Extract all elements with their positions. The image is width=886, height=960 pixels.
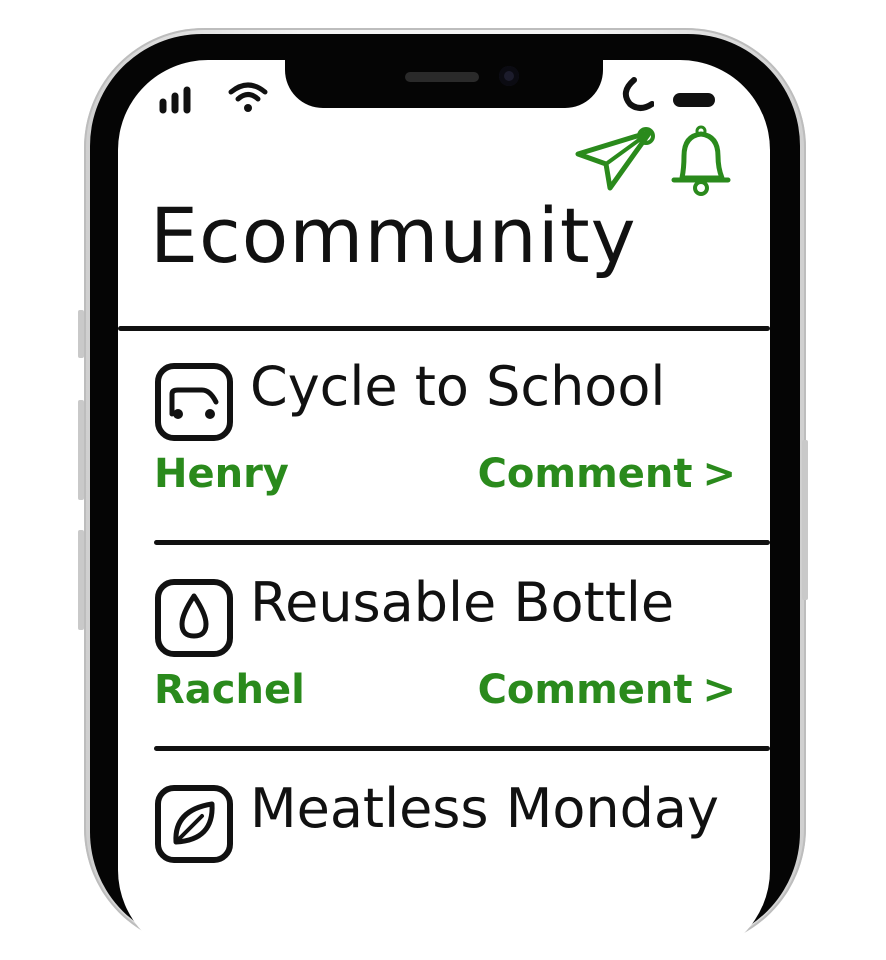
water-drop-icon	[155, 579, 233, 657]
comment-link[interactable]: Comment >	[478, 450, 736, 498]
camera	[499, 66, 519, 86]
comment-label: Comment	[477, 667, 693, 713]
feed-item-title: Reusable Bottle	[250, 571, 675, 634]
phone-volume-up	[78, 400, 84, 500]
comment-label: Comment	[477, 451, 693, 497]
feed-item-reusable-bottle[interactable]: Reusable Bottle Rachel Comment >	[118, 546, 770, 756]
moon-icon	[622, 77, 654, 111]
feed-item-author[interactable]: Rachel	[154, 666, 305, 714]
phone-volume-down	[78, 530, 84, 630]
status-bar-right	[616, 74, 726, 111]
bicycle-icon	[155, 363, 233, 441]
status-bar-left	[158, 74, 278, 114]
chevron-right-icon: >	[702, 451, 736, 497]
feed-item-cycle-to-school[interactable]: Cycle to School Henry Comment >	[118, 330, 770, 540]
feed-item-meatless-monday[interactable]: Meatless Monday	[118, 752, 770, 960]
battery-icon	[673, 93, 715, 107]
app-title: Ecommunity	[150, 191, 637, 280]
leaf-icon	[155, 785, 233, 863]
app-screen: Ecommunity Cycle to School Henry Comment…	[118, 60, 770, 960]
feed-item-author[interactable]: Henry	[154, 450, 289, 498]
feed-divider	[154, 746, 770, 751]
notch	[285, 60, 603, 108]
feed-divider	[154, 540, 770, 545]
paper-plane-icon[interactable]	[574, 124, 658, 194]
signal-icon	[159, 86, 191, 114]
bell-icon[interactable]	[668, 124, 734, 198]
phone-power-button	[802, 440, 808, 600]
speaker	[405, 72, 479, 82]
wifi-icon	[228, 82, 268, 112]
phone-side-button	[78, 310, 84, 358]
comment-link[interactable]: Comment >	[478, 666, 736, 714]
feed-item-title: Meatless Monday	[250, 777, 719, 840]
chevron-right-icon: >	[702, 667, 736, 713]
feed-item-title: Cycle to School	[250, 355, 666, 418]
